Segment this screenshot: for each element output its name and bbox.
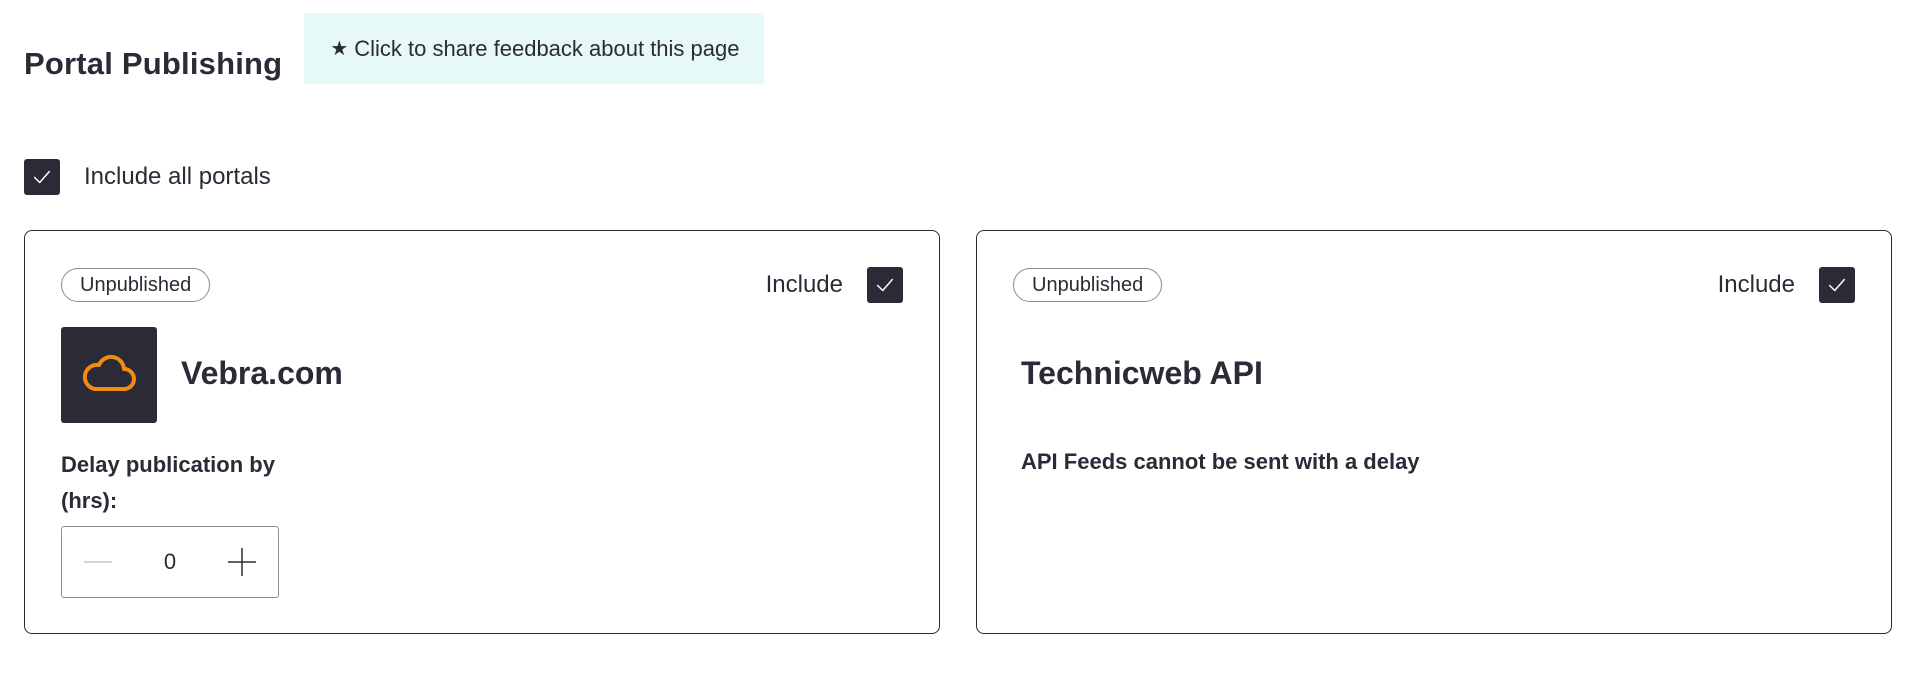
plus-icon: [228, 548, 256, 576]
portal-name: Vebra.com: [181, 355, 343, 391]
include-all-checkbox[interactable]: [24, 159, 60, 195]
portal-name: Technicweb API: [1021, 355, 1263, 391]
portal-publishing-page: Portal Publishing ★ Click to share feedb…: [0, 0, 1917, 690]
status-badge: Unpublished: [61, 268, 211, 302]
portal-card-technicweb: Unpublished Include Technicweb API API F…: [976, 230, 1892, 634]
include-all-portals: Include all portals: [24, 159, 271, 195]
minus-icon: [84, 561, 112, 563]
page-header: Portal Publishing ★ Click to share feedb…: [24, 13, 765, 84]
page-title: Portal Publishing: [24, 45, 283, 81]
decrement-button[interactable]: [80, 544, 116, 580]
include-label: Include: [765, 271, 843, 298]
checkmark-icon: [1828, 278, 1846, 292]
feedback-label: Click to share feedback about this page: [354, 35, 740, 61]
cloud-icon: [82, 354, 136, 391]
delay-value[interactable]: 0: [140, 549, 200, 575]
status-badge: Unpublished: [1013, 268, 1163, 302]
include-label: Include: [1717, 271, 1795, 298]
checkmark-icon: [33, 170, 51, 184]
delay-label: Delay publication by (hrs):: [61, 452, 275, 513]
include-all-label: Include all portals: [84, 163, 271, 190]
include-toggle: Include: [1718, 267, 1855, 303]
star-icon: ★: [330, 38, 349, 60]
delay-stepper: 0: [61, 526, 279, 598]
include-checkbox[interactable]: [1819, 267, 1855, 303]
feedback-button[interactable]: ★ Click to share feedback about this pag…: [304, 13, 765, 84]
increment-button[interactable]: [224, 544, 260, 580]
portal-card-vebra: Unpublished Include Vebra.com Delay publ…: [24, 230, 940, 634]
include-toggle: Include: [766, 267, 903, 303]
portal-logo: [61, 327, 157, 423]
checkmark-icon: [876, 278, 894, 292]
api-delay-note: API Feeds cannot be sent with a delay: [1021, 449, 1420, 474]
include-checkbox[interactable]: [867, 267, 903, 303]
